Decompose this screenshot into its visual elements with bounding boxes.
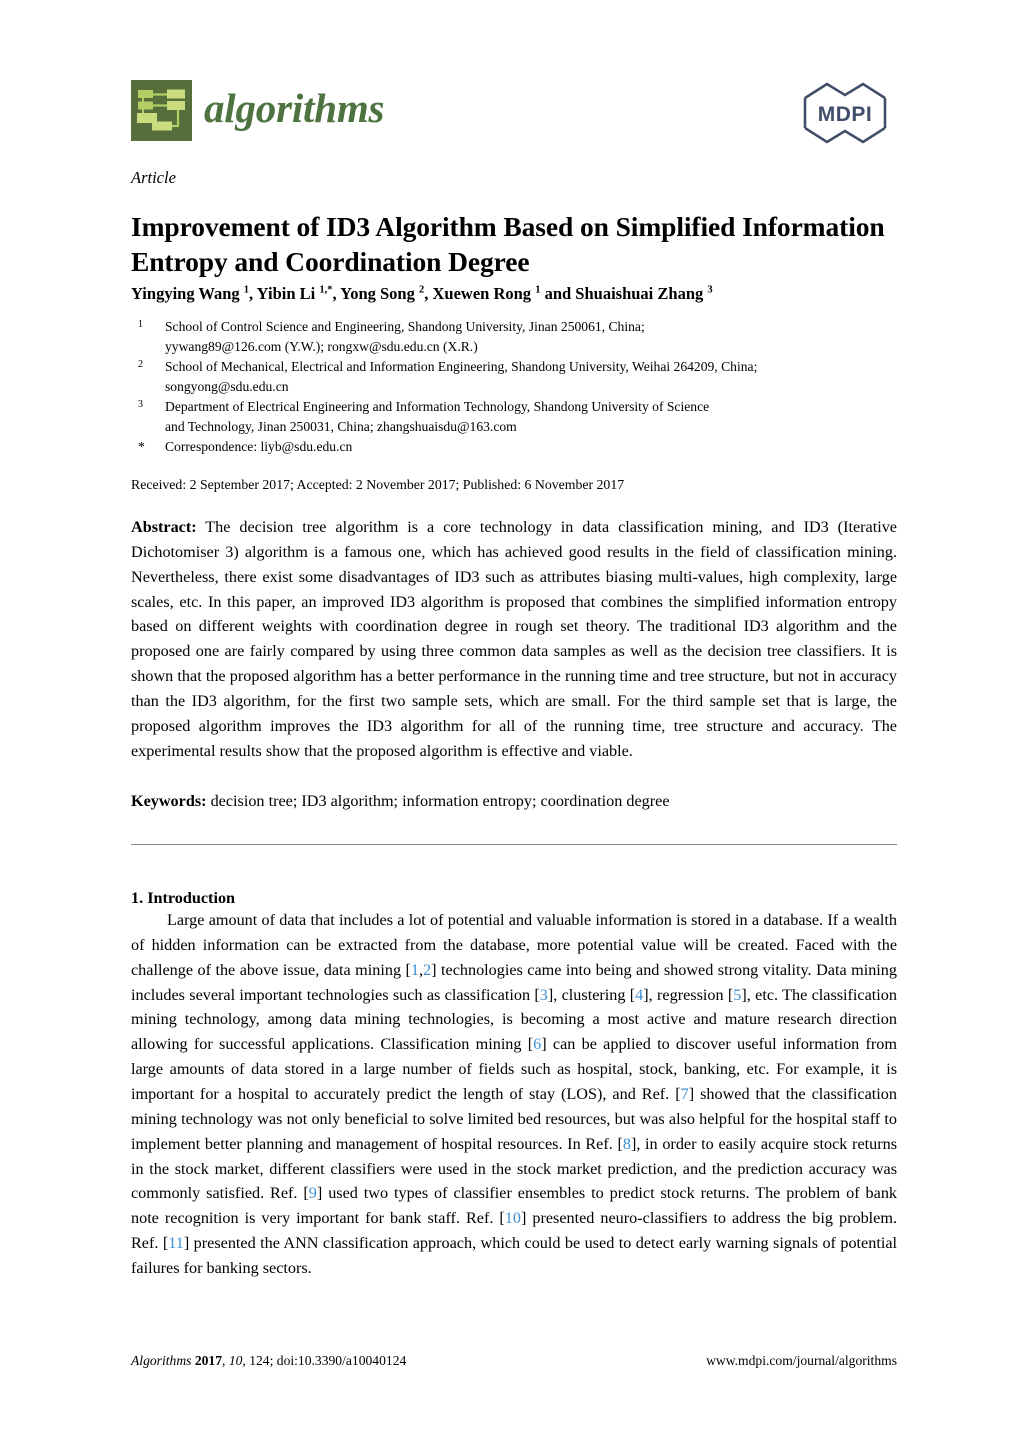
keywords: Keywords: decision tree; ID3 algorithm; … [131, 789, 897, 813]
affiliation-text: songyong@sdu.edu.cn [165, 378, 289, 394]
affiliation-row: songyong@sdu.edu.cn [131, 377, 899, 397]
affiliation-text: yywang89@126.com (Y.W.); rongxw@sdu.edu.… [165, 338, 478, 354]
affiliation-row: yywang89@126.com (Y.W.); rongxw@sdu.edu.… [131, 337, 899, 357]
abstract-label: Abstract: [131, 518, 197, 536]
mdpi-wordmark-text: MDPI [818, 103, 873, 126]
keywords-label: Keywords: [131, 792, 207, 810]
affiliation-row: and Technology, Jinan 250031, China; zha… [131, 417, 899, 437]
footer-citation: Algorithms 2017, 10, 124; doi:10.3390/a1… [131, 1353, 407, 1368]
keywords-text: decision tree; ID3 algorithm; informatio… [210, 792, 670, 810]
affiliation-marker: 1 [138, 319, 143, 330]
abstract: Abstract: The decision tree algorithm is… [131, 515, 897, 764]
introduction-paragraph: Large amount of data that includes a lot… [131, 911, 898, 1278]
journal-wordmark: algorithms [204, 85, 385, 131]
affiliation-text: School of Mechanical, Electrical and Inf… [165, 358, 758, 374]
affiliation-text: Correspondence: liyb@sdu.edu.cn [165, 438, 353, 454]
affiliation-row: 2 School of Mechanical, Electrical and In… [131, 357, 899, 377]
affiliation-text: and Technology, Jinan 250031, China; zha… [165, 418, 517, 434]
masthead: algorithms MDPI [131, 80, 889, 148]
affiliation-text: School of Control Science and Engineerin… [165, 319, 645, 334]
publication-dates: Received: 2 September 2017; Accepted: 2 … [131, 477, 625, 492]
paper-page: algorithms MDPI Article Improvement of I… [0, 0, 1020, 1442]
affiliation-marker: * [138, 438, 145, 454]
affiliation-text: Department of Electrical Engineering and… [165, 398, 710, 414]
footer-journal-url[interactable]: www.mdpi.com/journal/algorithms [706, 1353, 897, 1369]
abstract-text: The decision tree algorithm is a core te… [131, 518, 897, 760]
page-footer: Algorithms 2017, 10, 124; doi:10.3390/a1… [131, 1353, 897, 1369]
page-title: Improvement of ID3 Algorithm Based on Si… [131, 211, 885, 278]
affiliation-marker: 3 [138, 398, 143, 410]
mdpi-hexagon-logo-icon: MDPI [801, 82, 889, 144]
algorithms-flowchart-logo-icon [131, 80, 192, 141]
article-type-label: Article [131, 168, 176, 187]
introduction-body: Large amount of data that includes a lot… [131, 908, 897, 1281]
affiliation-marker: 2 [138, 358, 143, 370]
affiliation-row: 3 Department of Electrical Engineering an… [131, 397, 899, 417]
affiliation-row: 1 School of Control Science and Engineeri… [131, 317, 899, 337]
section-heading-introduction: 1. Introduction [131, 889, 236, 908]
author-list: Yingying Wang 1, Yibin Li 1,*, Yong Song… [131, 284, 713, 303]
affiliation-list: 1 School of Control Science and Engineeri… [131, 317, 899, 457]
section-divider [131, 844, 897, 845]
journal-brand: algorithms [131, 80, 384, 141]
affiliation-row: * Correspondence: liyb@sdu.edu.cn [131, 437, 899, 457]
